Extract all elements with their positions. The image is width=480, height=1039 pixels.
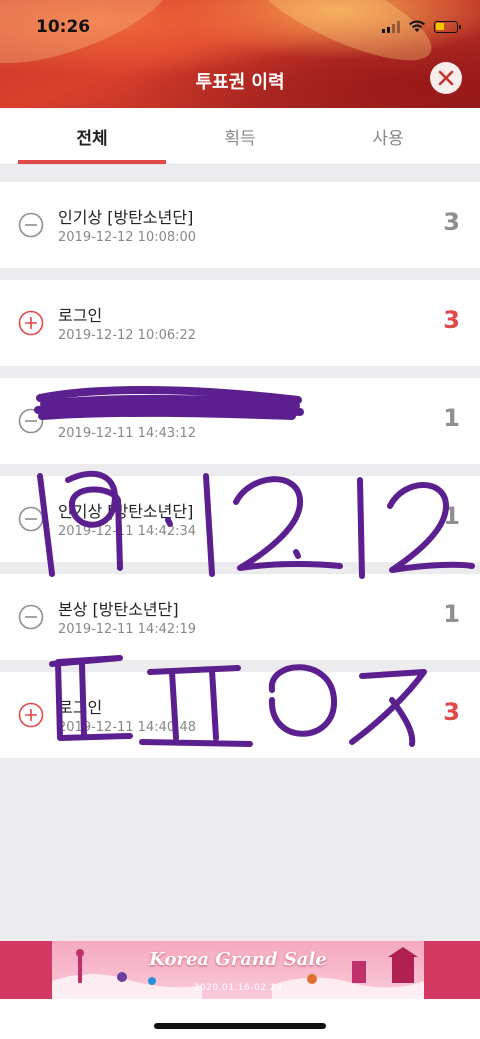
status-icons — [382, 20, 461, 33]
signal-icon — [382, 20, 400, 33]
status-time: 10:26 — [36, 17, 91, 37]
active-tab-indicator — [18, 160, 166, 164]
minus-circle-icon — [18, 212, 44, 238]
item-name: 본상 [방탄소년단] — [58, 600, 179, 619]
item-date: 2019-12-11 14:43:12 — [58, 426, 197, 441]
ad-artwork: Korea Grand Sale 2020.01.16-02.29 — [52, 941, 424, 999]
home-indicator[interactable] — [154, 1023, 326, 1029]
item-name: 인기상 [방탄소년단] — [58, 208, 194, 227]
item-date: 2019-12-12 10:08:00 — [58, 230, 197, 245]
list-item[interactable]: 본상 [방탄소년단] 2019-12-11 14:42:19 1 — [0, 574, 480, 660]
plus-circle-icon — [18, 310, 44, 336]
item-date: 2019-12-12 10:06:22 — [58, 328, 197, 343]
list-item[interactable]: 인기상 [방탄소년단] 2019-12-11 14:42:34 1 — [0, 476, 480, 562]
item-name: 로그인 — [58, 306, 103, 325]
item-count: 1 — [443, 404, 460, 432]
list-item[interactable]: 2019-12-11 14:43:12 1 — [0, 378, 480, 464]
plus-circle-icon — [18, 702, 44, 728]
wifi-icon — [409, 20, 425, 32]
item-count: 3 — [443, 208, 460, 236]
item-date: 2019-12-11 14:42:34 — [58, 524, 197, 539]
item-count: 1 — [443, 600, 460, 628]
header: 10:26 투표권 이력 — [0, 0, 480, 108]
item-count: 3 — [443, 698, 460, 726]
bottom-safe-area — [0, 999, 480, 1039]
item-count: 1 — [443, 502, 460, 530]
item-date: 2019-12-11 14:40:48 — [58, 720, 197, 735]
page-title: 투표권 이력 — [195, 72, 285, 93]
list-item[interactable]: 로그인 2019-12-12 10:06:22 3 — [0, 280, 480, 366]
minus-circle-icon — [18, 506, 44, 532]
ad-banner[interactable]: Korea Grand Sale 2020.01.16-02.29 — [0, 941, 480, 999]
item-count: 3 — [443, 306, 460, 334]
tab-earned[interactable]: 획득 — [160, 108, 320, 164]
close-button[interactable] — [430, 62, 462, 94]
tab-all[interactable]: 전체 — [12, 108, 172, 164]
minus-circle-icon — [18, 408, 44, 434]
close-icon — [438, 70, 454, 86]
tab-bar: 전체 획득 사용 — [0, 108, 480, 165]
ad-date: 2020.01.16-02.29 — [193, 983, 283, 993]
item-name: 인기상 [방탄소년단] — [58, 502, 194, 521]
ad-title: Korea Grand Sale — [149, 949, 327, 970]
list-item[interactable]: 인기상 [방탄소년단] 2019-12-12 10:08:00 3 — [0, 182, 480, 268]
history-list: 인기상 [방탄소년단] 2019-12-12 10:08:00 3 로그인 20… — [0, 182, 480, 770]
battery-icon — [434, 20, 461, 33]
list-item[interactable]: 로그인 2019-12-11 14:40:48 3 — [0, 672, 480, 758]
item-date: 2019-12-11 14:42:19 — [58, 622, 197, 637]
tab-used[interactable]: 사용 — [308, 108, 468, 164]
minus-circle-icon — [18, 604, 44, 630]
item-name: 로그인 — [58, 698, 103, 717]
